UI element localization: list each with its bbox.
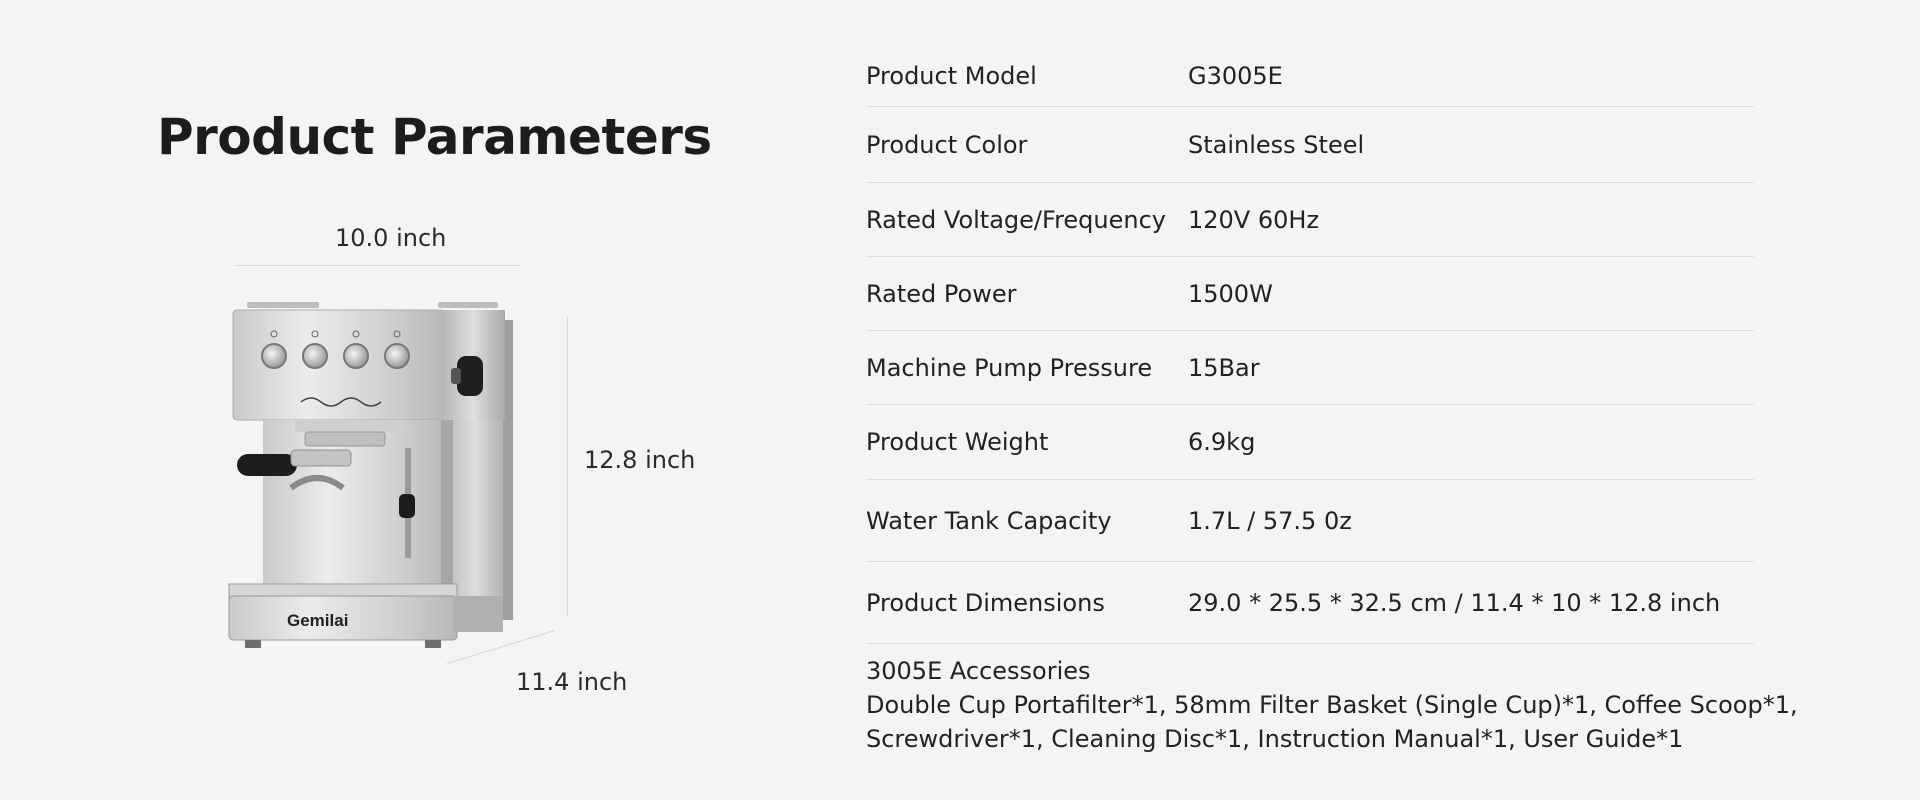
- spec-value: 120V 60Hz: [1188, 205, 1320, 234]
- spec-row-model: Product Model G3005E: [866, 45, 1754, 107]
- spec-value: 6.9kg: [1188, 428, 1256, 456]
- spec-name: Rated Voltage/Frequency: [866, 205, 1166, 234]
- brand-logo: Gemilai: [287, 611, 348, 630]
- spec-row-power: Rated Power 1500W: [866, 257, 1754, 331]
- spec-row-tank: Water Tank Capacity 1.7L / 57.5 0z: [866, 480, 1754, 562]
- spec-row-pressure: Machine Pump Pressure 15Bar: [866, 331, 1754, 405]
- height-dimension-line: [567, 317, 568, 617]
- accessories-line: Double Cup Portafilter*1, 58mm Filter Ba…: [866, 691, 1798, 719]
- accessories-heading: 3005E Accessories: [866, 657, 1091, 685]
- page-title: Product Parameters: [157, 108, 712, 166]
- width-dimension-label: 10.0 inch: [335, 224, 447, 252]
- spec-name: Machine Pump Pressure: [866, 353, 1153, 382]
- spec-value: 1.7L / 57.5 0z: [1188, 506, 1352, 535]
- spec-value: 15Bar: [1188, 353, 1260, 382]
- product-parameters-page: Product Parameters 10.0 inch 12.8 inch 1…: [0, 0, 1920, 800]
- depth-dimension-label: 11.4 inch: [516, 668, 628, 696]
- spec-name: Product Weight: [866, 428, 1049, 456]
- spec-row-color: Product Color Stainless Steel: [866, 107, 1754, 183]
- width-dimension-line: [235, 265, 521, 266]
- spec-value: G3005E: [1188, 61, 1283, 90]
- spec-value: Stainless Steel: [1188, 130, 1365, 159]
- spec-value: 29.0 * 25.5 * 32.5 cm / 11.4 * 10 * 12.8…: [1188, 588, 1721, 617]
- spec-value: 1500W: [1188, 279, 1273, 308]
- spec-name: Rated Power: [866, 279, 1017, 308]
- accessories-block: 3005E Accessories Double Cup Portafilter…: [866, 644, 1798, 756]
- spec-row-voltage: Rated Voltage/Frequency 120V 60Hz: [866, 183, 1754, 257]
- accessories-line: Screwdriver*1, Cleaning Disc*1, Instruct…: [866, 725, 1684, 753]
- height-dimension-label: 12.8 inch: [584, 446, 696, 474]
- spec-row-weight: Product Weight 6.9kg: [866, 405, 1754, 480]
- spec-name: Product Dimensions: [866, 588, 1105, 617]
- spec-name: Product Color: [866, 130, 1028, 159]
- spec-name: Water Tank Capacity: [866, 506, 1112, 535]
- spec-row-dimensions: Product Dimensions 29.0 * 25.5 * 32.5 cm…: [866, 562, 1754, 644]
- espresso-machine-image: Gemilai: [228, 302, 513, 648]
- spec-name: Product Model: [866, 61, 1037, 90]
- spec-table: Product Model G3005E Product Color Stain…: [866, 45, 1798, 756]
